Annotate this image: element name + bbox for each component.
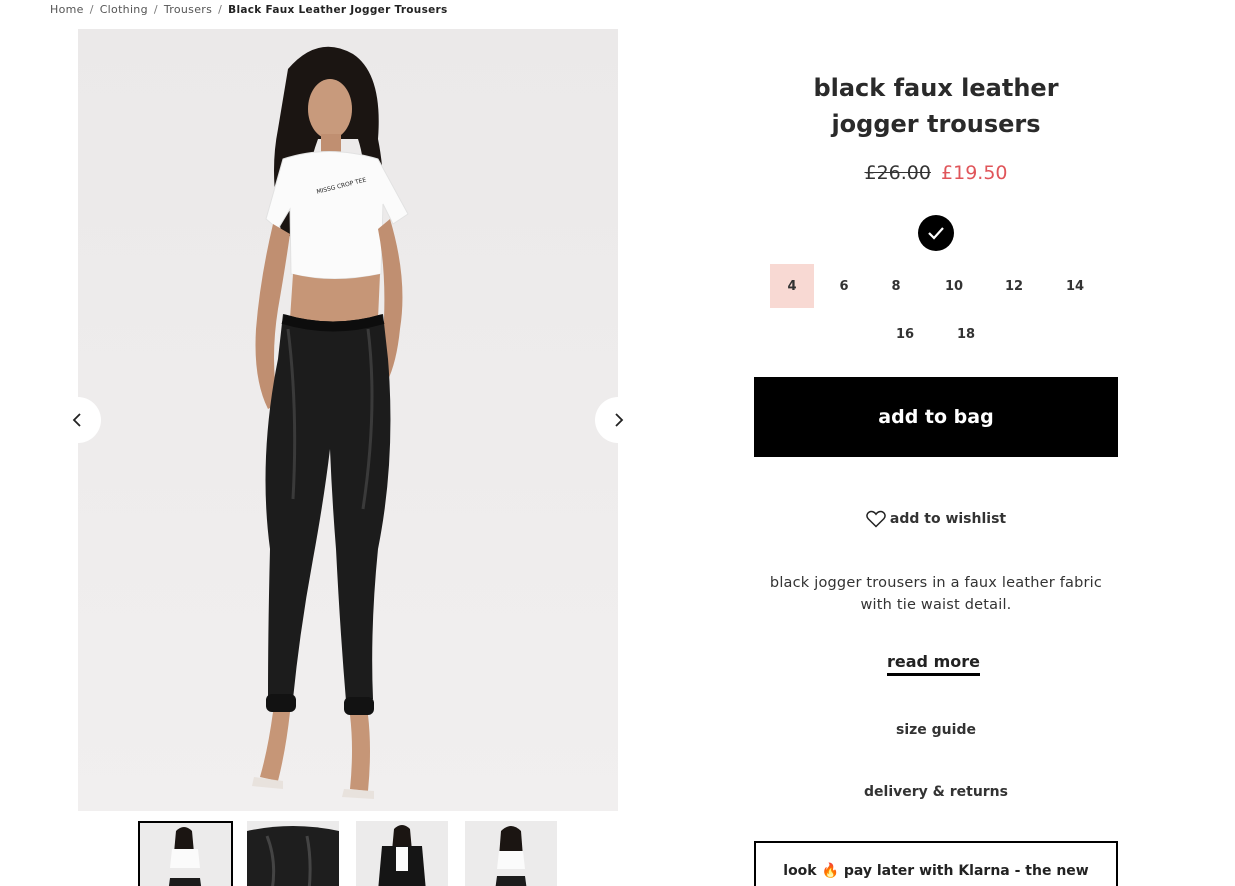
chevron-left-icon bbox=[72, 413, 81, 427]
breadcrumb-home[interactable]: Home bbox=[50, 3, 84, 16]
klarna-text-2: pay later with Klarna - the new bbox=[843, 863, 1089, 879]
chevron-right-icon bbox=[615, 413, 624, 427]
gallery-thumbnails bbox=[138, 821, 574, 886]
breadcrumb-trousers[interactable]: Trousers bbox=[164, 3, 212, 16]
size-option-8[interactable]: 8 bbox=[874, 264, 918, 308]
read-more-link[interactable]: read more bbox=[887, 652, 980, 676]
size-option-18[interactable]: 18 bbox=[944, 312, 988, 356]
breadcrumb-clothing[interactable]: Clothing bbox=[100, 3, 148, 16]
thumbnail-4[interactable] bbox=[465, 821, 557, 886]
thumbnail-image bbox=[140, 823, 231, 886]
thumbnail-2[interactable] bbox=[247, 821, 339, 886]
heart-icon bbox=[866, 510, 886, 528]
thumbnail-3[interactable] bbox=[356, 821, 448, 886]
breadcrumb-separator: / bbox=[218, 3, 223, 16]
model-illustration: MISSG CROP TEE bbox=[78, 29, 618, 811]
add-to-bag-button[interactable]: add to bag bbox=[754, 377, 1118, 457]
klarna-banner: look 🔥 pay later with Klarna - the new bbox=[754, 841, 1118, 886]
thumbnail-image bbox=[465, 821, 557, 886]
gallery-prev-button[interactable] bbox=[55, 397, 101, 443]
product-info: black faux leather jogger trousers £26.0… bbox=[754, 70, 1118, 886]
size-option-12[interactable]: 12 bbox=[992, 264, 1036, 308]
delivery-returns-link[interactable]: delivery & returns bbox=[754, 784, 1118, 800]
color-swatch-black[interactable] bbox=[918, 215, 954, 251]
product-description: black jogger trousers in a faux leather … bbox=[769, 575, 1103, 613]
fire-icon: 🔥 bbox=[821, 863, 839, 879]
price-sale: £19.50 bbox=[941, 162, 1008, 184]
product-title: black faux leather jogger trousers bbox=[813, 74, 1059, 138]
wishlist-label: add to wishlist bbox=[889, 511, 1007, 527]
size-option-10[interactable]: 10 bbox=[932, 264, 976, 308]
thumbnail-1[interactable] bbox=[138, 821, 233, 886]
price-block: £26.00 £19.50 bbox=[754, 162, 1118, 184]
breadcrumb: Home / Clothing / Trousers / Black Faux Leathe… bbox=[50, 3, 448, 16]
breadcrumb-separator: / bbox=[153, 3, 158, 16]
checkmark-icon bbox=[928, 227, 944, 240]
size-guide-link[interactable]: size guide bbox=[754, 722, 1118, 738]
size-option-6[interactable]: 6 bbox=[822, 264, 866, 308]
size-option-14[interactable]: 14 bbox=[1053, 264, 1097, 308]
breadcrumb-separator: / bbox=[89, 3, 94, 16]
size-option-4[interactable]: 4 bbox=[770, 264, 814, 308]
product-main-image[interactable]: MISSG CROP TEE bbox=[78, 29, 618, 811]
thumbnail-image bbox=[356, 821, 448, 886]
gallery-next-button[interactable] bbox=[595, 397, 641, 443]
size-option-16[interactable]: 16 bbox=[883, 312, 927, 356]
breadcrumb-current: Black Faux Leather Jogger Trousers bbox=[228, 4, 448, 16]
add-to-wishlist-button[interactable]: add to wishlist bbox=[754, 510, 1118, 528]
price-original: £26.00 bbox=[864, 162, 931, 184]
thumbnail-image bbox=[247, 821, 339, 886]
klarna-text: look bbox=[783, 863, 817, 879]
